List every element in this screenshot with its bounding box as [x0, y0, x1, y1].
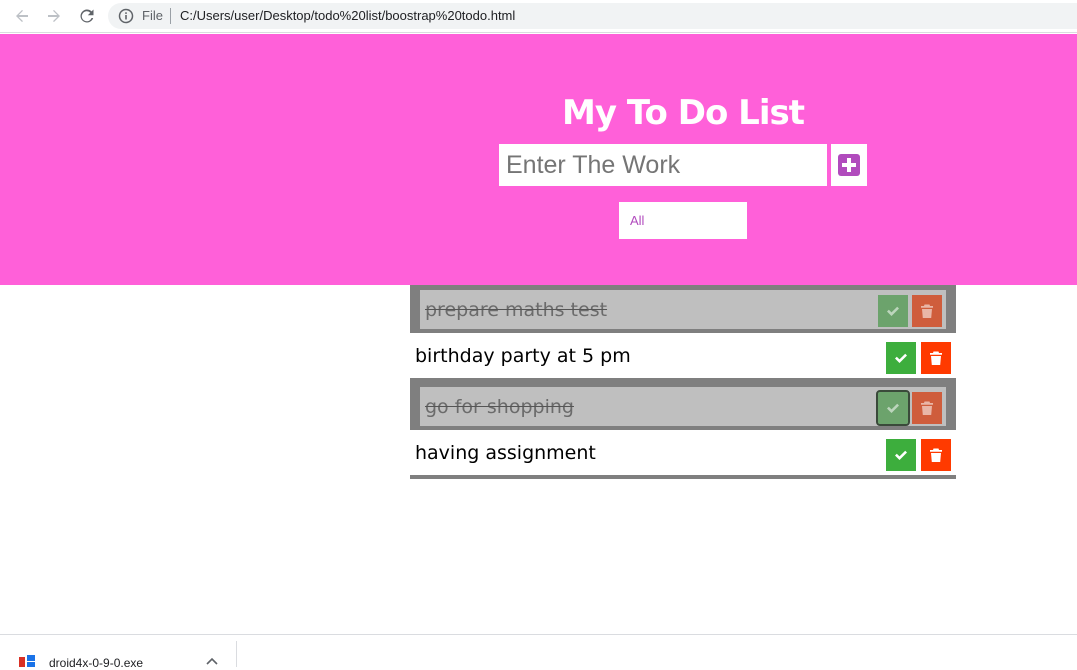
todo-item: prepare maths test: [410, 285, 956, 333]
todo-item: birthday party at 5 pm: [410, 333, 956, 382]
todo-text: prepare maths test: [425, 299, 608, 321]
trash-icon: [930, 351, 942, 365]
todo-text: birthday party at 5 pm: [415, 345, 631, 367]
file-icon: [19, 655, 35, 667]
back-button[interactable]: [11, 5, 33, 27]
address-bar[interactable]: File C:/Users/user/Desktop/todo%20list/b…: [108, 3, 1077, 29]
forward-button[interactable]: [43, 5, 65, 27]
delete-button[interactable]: [912, 392, 942, 424]
todo-item: having assignment: [410, 430, 956, 479]
url-text[interactable]: C:/Users/user/Desktop/todo%20list/boostr…: [180, 8, 515, 23]
reload-icon: [80, 9, 94, 23]
complete-button[interactable]: [886, 439, 916, 471]
work-input[interactable]: [499, 144, 827, 186]
plus-square-icon: [838, 154, 860, 176]
browser-toolbar: File C:/Users/user/Desktop/todo%20list/b…: [0, 0, 1077, 33]
todo-list: prepare maths test birthday party at 5 p…: [410, 285, 956, 479]
add-button[interactable]: [831, 144, 867, 186]
info-icon: [118, 8, 134, 24]
todo-text: having assignment: [415, 442, 596, 464]
check-icon: [887, 403, 899, 413]
chevron-up-icon[interactable]: [205, 655, 219, 669]
todo-item-body: go for shopping: [420, 387, 946, 426]
trash-icon: [921, 401, 933, 415]
reload-button[interactable]: [76, 5, 98, 27]
check-icon: [887, 306, 899, 316]
check-icon: [895, 450, 907, 460]
omnibox-divider: [170, 8, 171, 24]
page-title: My To Do List: [562, 93, 805, 133]
trash-icon: [921, 304, 933, 318]
check-icon: [895, 353, 907, 363]
todo-text: go for shopping: [425, 396, 574, 418]
complete-button[interactable]: [876, 390, 910, 426]
scheme-label: File: [142, 8, 163, 23]
trash-icon: [930, 448, 942, 462]
arrow-left-icon: [16, 10, 28, 22]
todo-item: go for shopping: [410, 382, 956, 430]
complete-button[interactable]: [878, 295, 908, 327]
shelf-divider: [236, 641, 237, 667]
todo-item-body: prepare maths test: [420, 290, 946, 329]
arrow-right-icon: [48, 10, 60, 22]
delete-button[interactable]: [921, 342, 951, 374]
complete-button[interactable]: [886, 342, 916, 374]
download-shelf: droid4x-0-9-0.exe: [0, 634, 1077, 670]
delete-button[interactable]: [921, 439, 951, 471]
download-file-name[interactable]: droid4x-0-9-0.exe: [49, 656, 143, 670]
filter-select[interactable]: All: [619, 202, 747, 239]
delete-button[interactable]: [912, 295, 942, 327]
